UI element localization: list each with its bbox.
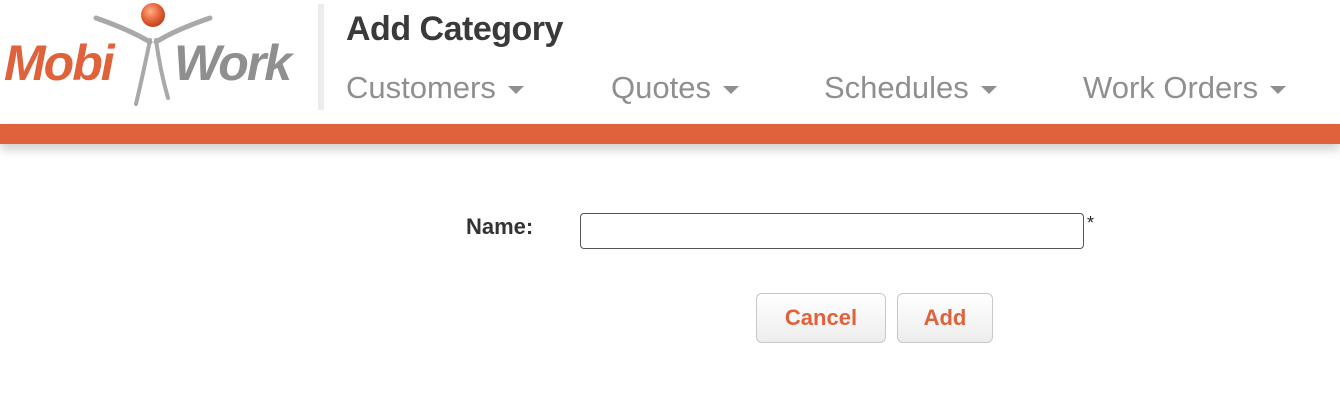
caret-down-icon xyxy=(722,86,739,94)
logo-text-mobi: Mobi xyxy=(4,35,116,91)
name-label: Name: xyxy=(466,214,534,239)
page-title: Add Category xyxy=(346,10,563,48)
mobiwork-logo[interactable]: Mobi Work xyxy=(0,0,318,112)
nav-item-label: Schedules xyxy=(824,70,969,105)
caret-down-icon xyxy=(507,86,524,94)
app-header: Mobi Work Add Category Customers Quotes … xyxy=(0,0,1340,124)
nav-item-work-orders[interactable]: Work Orders xyxy=(1083,70,1287,106)
name-input[interactable] xyxy=(580,213,1084,249)
required-marker: * xyxy=(1087,213,1095,233)
nav-item-customers[interactable]: Customers xyxy=(346,70,524,106)
cancel-button[interactable]: Cancel xyxy=(756,293,886,343)
caret-down-icon xyxy=(980,86,997,94)
logo-text-work: Work xyxy=(174,35,294,91)
nav-item-schedules[interactable]: Schedules xyxy=(824,70,997,106)
nav-item-label: Customers xyxy=(346,70,496,105)
header-divider xyxy=(318,4,324,110)
nav-item-label: Work Orders xyxy=(1083,70,1259,105)
header-accent-bar xyxy=(0,124,1340,144)
nav-item-quotes[interactable]: Quotes xyxy=(611,70,739,106)
caret-down-icon xyxy=(1270,86,1287,94)
add-button[interactable]: Add xyxy=(897,293,993,343)
nav-item-label: Quotes xyxy=(611,70,711,105)
